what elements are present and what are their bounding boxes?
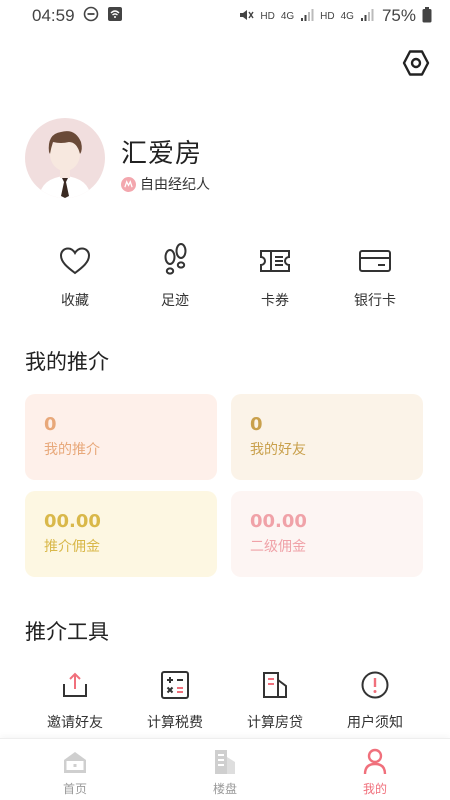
secondary-commission-value: 00.00 — [250, 511, 307, 532]
nav-profile-label: 我的 — [362, 782, 387, 796]
commission-value: 00.00 — [44, 511, 101, 532]
settings-button[interactable] — [399, 48, 433, 82]
favorites-label: 收藏 — [61, 293, 89, 309]
calculator-icon — [160, 666, 190, 704]
coupons-label: 卡券 — [261, 293, 289, 309]
referral-card-my-friends[interactable]: 0 我的好友 — [231, 394, 423, 480]
user-notice-label: 用户须知 — [347, 715, 403, 731]
home-icon — [62, 747, 88, 777]
referral-card-my-referrals[interactable]: 0 我的推介 — [25, 394, 217, 480]
invite-friends-label: 邀请好友 — [47, 715, 103, 731]
battery-percent: 75% — [381, 6, 416, 25]
nav-home-label: 首页 — [62, 782, 87, 796]
tools-title: 推介工具 — [25, 620, 109, 644]
heart-icon — [59, 240, 91, 282]
share-icon — [60, 666, 90, 704]
nav-properties-label: 楼盘 — [212, 782, 237, 796]
invite-friends-button[interactable]: 邀请好友 — [25, 666, 125, 736]
network-type-2: 4G — [340, 10, 354, 22]
buildings-icon — [212, 747, 238, 777]
avatar[interactable] — [25, 118, 105, 198]
quick-actions: 收藏 足迹 卡券 银行卡 — [0, 240, 450, 320]
mortgage-calculator-label: 计算房贷 — [247, 715, 303, 731]
profile-icon — [362, 747, 388, 777]
settings-icon — [401, 48, 431, 82]
nav-profile[interactable]: 我的 — [335, 747, 415, 799]
hd-badge-2: HD — [320, 10, 335, 22]
status-time: 04:59 — [32, 6, 75, 25]
do-not-disturb-icon — [83, 6, 99, 27]
user-notice-button[interactable]: 用户须知 — [325, 666, 425, 736]
info-icon — [360, 666, 390, 704]
favorites-button[interactable]: 收藏 — [30, 240, 120, 320]
commission-label: 推介佣金 — [44, 539, 100, 555]
mortgage-calculator-button[interactable]: 计算房贷 — [225, 666, 325, 736]
role-badge-icon — [121, 176, 136, 192]
tools-row: 邀请好友 计算税费 计算房贷 用户须知 — [0, 666, 450, 736]
role-row: 自由经纪人 — [121, 174, 210, 194]
ticket-icon — [258, 240, 292, 282]
bottom-nav: 首页 楼盘 我的 — [0, 738, 450, 800]
wifi-status-icon — [107, 6, 123, 27]
nav-home[interactable]: 首页 — [35, 747, 115, 799]
secondary-commission-label: 二级佣金 — [250, 539, 306, 555]
footprints-label: 足迹 — [161, 293, 189, 309]
my-referrals-label: 我的推介 — [44, 442, 100, 458]
profile-name: 汇爱房 — [121, 139, 203, 169]
referral-card-commission[interactable]: 00.00 推介佣金 — [25, 491, 217, 577]
status-left: 04:59 — [32, 6, 123, 27]
bank-card-button[interactable]: 银行卡 — [330, 240, 420, 320]
building-icon — [260, 666, 290, 704]
battery-icon — [422, 6, 432, 26]
my-friends-value: 0 — [250, 414, 263, 435]
tax-calculator-button[interactable]: 计算税费 — [125, 666, 225, 736]
nav-properties[interactable]: 楼盘 — [185, 747, 265, 799]
bank-card-label: 银行卡 — [354, 293, 396, 309]
status-right: HD 4G HD 4G 75% — [238, 6, 432, 26]
mute-icon — [238, 7, 254, 26]
signal-icon-2 — [360, 8, 374, 25]
network-type: 4G — [280, 10, 295, 22]
footprints-icon — [161, 240, 189, 282]
hd-badge: HD — [260, 10, 275, 22]
role-label: 自由经纪人 — [140, 177, 210, 193]
tax-calculator-label: 计算税费 — [147, 715, 203, 731]
my-referrals-value: 0 — [44, 414, 57, 435]
my-friends-label: 我的好友 — [250, 442, 306, 458]
coupons-button[interactable]: 卡券 — [230, 240, 320, 320]
referral-card-secondary-commission[interactable]: 00.00 二级佣金 — [231, 491, 423, 577]
signal-icon — [300, 8, 314, 25]
bank-card-icon — [358, 240, 392, 282]
footprints-button[interactable]: 足迹 — [130, 240, 220, 320]
status-bar: 04:59 HD 4G HD 4G 75% — [0, 0, 450, 32]
referral-title: 我的推介 — [25, 350, 109, 374]
